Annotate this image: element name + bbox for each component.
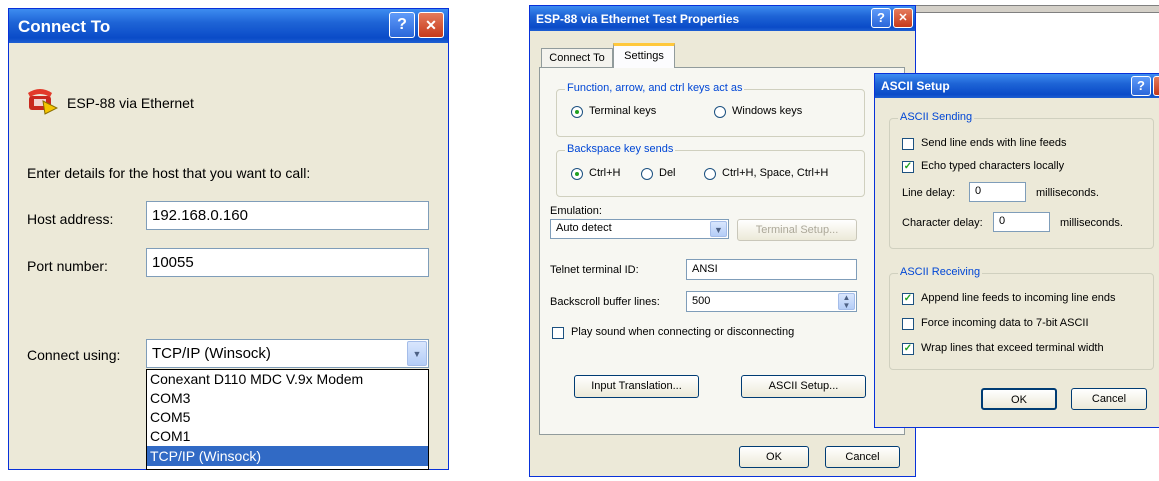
force-7bit-checkbox[interactable]	[902, 318, 914, 330]
ascii-setup-dialog: ASCII Setup ? ✕ ASCII Sending Send line …	[874, 73, 1159, 428]
backscroll-value: 500	[692, 295, 711, 307]
backscroll-input[interactable]: 500 ▲ ▼	[686, 291, 857, 312]
option-item[interactable]: COM1	[147, 427, 428, 446]
close-icon: ✕	[425, 17, 437, 33]
emulation-select[interactable]: Auto detect ▼	[550, 219, 729, 239]
ascii-ok-button[interactable]: OK	[981, 388, 1057, 410]
settings-panel: Function, arrow, and ctrl keys act as Te…	[539, 67, 905, 435]
function-keys-group: Function, arrow, and ctrl keys act as Te…	[556, 82, 865, 137]
line-delay-label: Line delay:	[902, 187, 956, 199]
del-radio[interactable]	[641, 168, 653, 180]
host-address-input[interactable]: 192.168.0.160	[146, 201, 429, 230]
option-item[interactable]: COM3	[147, 389, 428, 408]
del-label: Del	[659, 167, 676, 179]
echo-label: Echo typed characters locally	[921, 160, 1065, 172]
play-sound-label: Play sound when connecting or disconnect…	[571, 326, 795, 338]
option-item[interactable]: Conexant D110 MDC V.9x Modem	[147, 370, 428, 389]
chevron-down-icon[interactable]: ▼	[407, 341, 427, 366]
ascii-setup-titlebar[interactable]: ASCII Setup ? ✕	[875, 74, 1159, 98]
port-number-input[interactable]: 10055	[146, 248, 429, 277]
tab-settings[interactable]: Settings	[613, 43, 675, 68]
spinner-icon[interactable]: ▲ ▼	[838, 293, 855, 310]
port-number-label: Port number:	[27, 258, 108, 274]
ascii-sending-group: ASCII Sending Send line ends with line f…	[889, 111, 1154, 249]
backspace-legend: Backspace key sends	[565, 143, 676, 155]
help-icon: ?	[397, 16, 407, 33]
ascii-cancel-button[interactable]: Cancel	[1071, 388, 1147, 410]
connect-using-options: Conexant D110 MDC V.9x Modem COM3 COM5 C…	[146, 369, 429, 470]
terminal-keys-label: Terminal keys	[589, 105, 657, 117]
help-button[interactable]: ?	[1131, 76, 1151, 96]
ascii-setup-button[interactable]: ASCII Setup...	[741, 375, 866, 398]
ok-button[interactable]: OK	[739, 446, 809, 468]
close-icon: ✕	[898, 12, 908, 24]
append-line-feeds-label: Append line feeds to incoming line ends	[921, 292, 1116, 304]
function-keys-legend: Function, arrow, and ctrl keys act as	[565, 82, 745, 94]
emulation-label: Emulation:	[550, 205, 602, 217]
connect-using-label: Connect using:	[27, 347, 121, 363]
help-button[interactable]: ?	[389, 12, 415, 38]
connect-using-value: TCP/IP (Winsock)	[152, 345, 271, 362]
help-icon: ?	[1137, 78, 1145, 93]
emulation-value: Auto detect	[556, 222, 612, 234]
host-address-label: Host address:	[27, 211, 114, 227]
terminal-setup-button[interactable]: Terminal Setup...	[737, 219, 857, 241]
ascii-receiving-group: ASCII Receiving ✓ Append line feeds to i…	[889, 266, 1154, 370]
help-icon: ?	[877, 10, 885, 25]
properties-title: ESP-88 via Ethernet Test Properties	[536, 12, 740, 26]
ascii-setup-title: ASCII Setup	[881, 79, 950, 93]
line-delay-input[interactable]: 0	[969, 182, 1026, 202]
char-delay-label: Character delay:	[902, 217, 983, 229]
cancel-button[interactable]: Cancel	[825, 446, 900, 468]
backscroll-label: Backscroll buffer lines:	[550, 296, 660, 308]
connect-to-dialog: Connect To ? ✕ ESP-88 via Ethernet Enter…	[8, 8, 449, 470]
char-delay-input[interactable]: 0	[993, 212, 1050, 232]
ascii-sending-legend: ASCII Sending	[898, 111, 975, 123]
instructions-text: Enter details for the host that you want…	[27, 165, 311, 181]
background-window-edge	[916, 5, 1159, 13]
option-item-selected[interactable]: TCP/IP (Winsock)	[147, 446, 428, 466]
wrap-lines-label: Wrap lines that exceed terminal width	[921, 342, 1104, 354]
line-delay-unit: milliseconds.	[1036, 187, 1099, 199]
char-delay-unit: milliseconds.	[1060, 217, 1123, 229]
force-7bit-label: Force incoming data to 7-bit ASCII	[921, 317, 1089, 329]
ctrl-h-radio[interactable]	[571, 168, 583, 180]
windows-keys-radio[interactable]	[714, 106, 726, 118]
tab-connect-to[interactable]: Connect To	[541, 48, 613, 67]
windows-keys-label: Windows keys	[732, 105, 803, 117]
play-sound-checkbox[interactable]	[552, 327, 564, 339]
connect-to-title: Connect To	[18, 17, 111, 36]
connection-name: ESP-88 via Ethernet	[67, 95, 194, 111]
backspace-group: Backspace key sends Ctrl+H Del Ctrl+H, S…	[556, 143, 865, 197]
close-button[interactable]: ✕	[1153, 76, 1159, 96]
telnet-id-label: Telnet terminal ID:	[550, 264, 639, 276]
ascii-receiving-legend: ASCII Receiving	[898, 266, 983, 278]
chevron-down-icon[interactable]: ▼	[710, 221, 727, 237]
connect-to-titlebar[interactable]: Connect To ? ✕	[9, 9, 448, 43]
ctrl-h-space-label: Ctrl+H, Space, Ctrl+H	[722, 167, 829, 179]
append-line-feeds-checkbox[interactable]: ✓	[902, 293, 914, 305]
properties-titlebar[interactable]: ESP-88 via Ethernet Test Properties ? ✕	[530, 6, 915, 31]
wrap-lines-checkbox[interactable]: ✓	[902, 343, 914, 355]
input-translation-button[interactable]: Input Translation...	[574, 375, 699, 398]
close-button[interactable]: ✕	[893, 8, 913, 28]
properties-dialog: ESP-88 via Ethernet Test Properties ? ✕ …	[529, 5, 916, 477]
send-line-ends-label: Send line ends with line feeds	[921, 137, 1067, 149]
close-button[interactable]: ✕	[418, 12, 444, 38]
option-item[interactable]: COM5	[147, 408, 428, 427]
terminal-keys-radio[interactable]	[571, 106, 583, 118]
send-line-ends-checkbox[interactable]	[902, 138, 914, 150]
ctrl-h-space-radio[interactable]	[704, 168, 716, 180]
phone-icon	[28, 89, 58, 115]
help-button[interactable]: ?	[871, 8, 891, 28]
echo-checkbox[interactable]: ✓	[902, 161, 914, 173]
ctrl-h-label: Ctrl+H	[589, 167, 621, 179]
telnet-id-input[interactable]: ANSI	[686, 259, 857, 280]
connect-using-select[interactable]: TCP/IP (Winsock) ▼	[146, 339, 429, 368]
